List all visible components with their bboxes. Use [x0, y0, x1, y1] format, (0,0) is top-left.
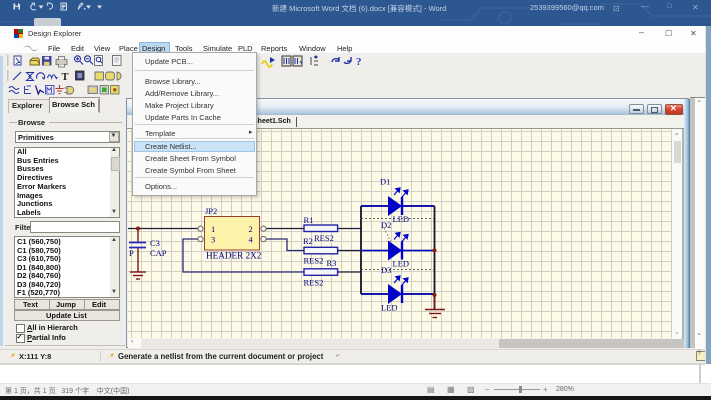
svg-text:C3: C3 [150, 238, 160, 248]
svg-text:D3: D3 [381, 265, 391, 275]
svg-text:RES2: RES2 [314, 233, 334, 243]
svg-text:?: ? [356, 56, 362, 68]
svg-text:CAP: CAP [150, 248, 167, 258]
svg-text:HEADER 2X2: HEADER 2X2 [206, 251, 262, 261]
svg-text:JP2: JP2 [205, 206, 217, 216]
svg-text:P: P [129, 248, 134, 258]
svg-text:R1: R1 [304, 215, 314, 225]
svg-text:LED: LED [393, 259, 410, 269]
svg-text:LED: LED [381, 303, 398, 313]
svg-text:3: 3 [211, 235, 215, 245]
svg-text:D1: D1 [380, 177, 390, 187]
svg-text:RES2: RES2 [304, 256, 324, 266]
svg-text:2: 2 [249, 224, 253, 234]
svg-text:R3: R3 [327, 258, 337, 268]
svg-text:RES2: RES2 [304, 278, 324, 288]
svg-text:LED: LED [393, 214, 410, 224]
svg-text:R2: R2 [303, 236, 313, 246]
svg-text:D2: D2 [381, 220, 391, 230]
svg-text:1: 1 [211, 224, 215, 234]
svg-text:T: T [62, 72, 69, 83]
